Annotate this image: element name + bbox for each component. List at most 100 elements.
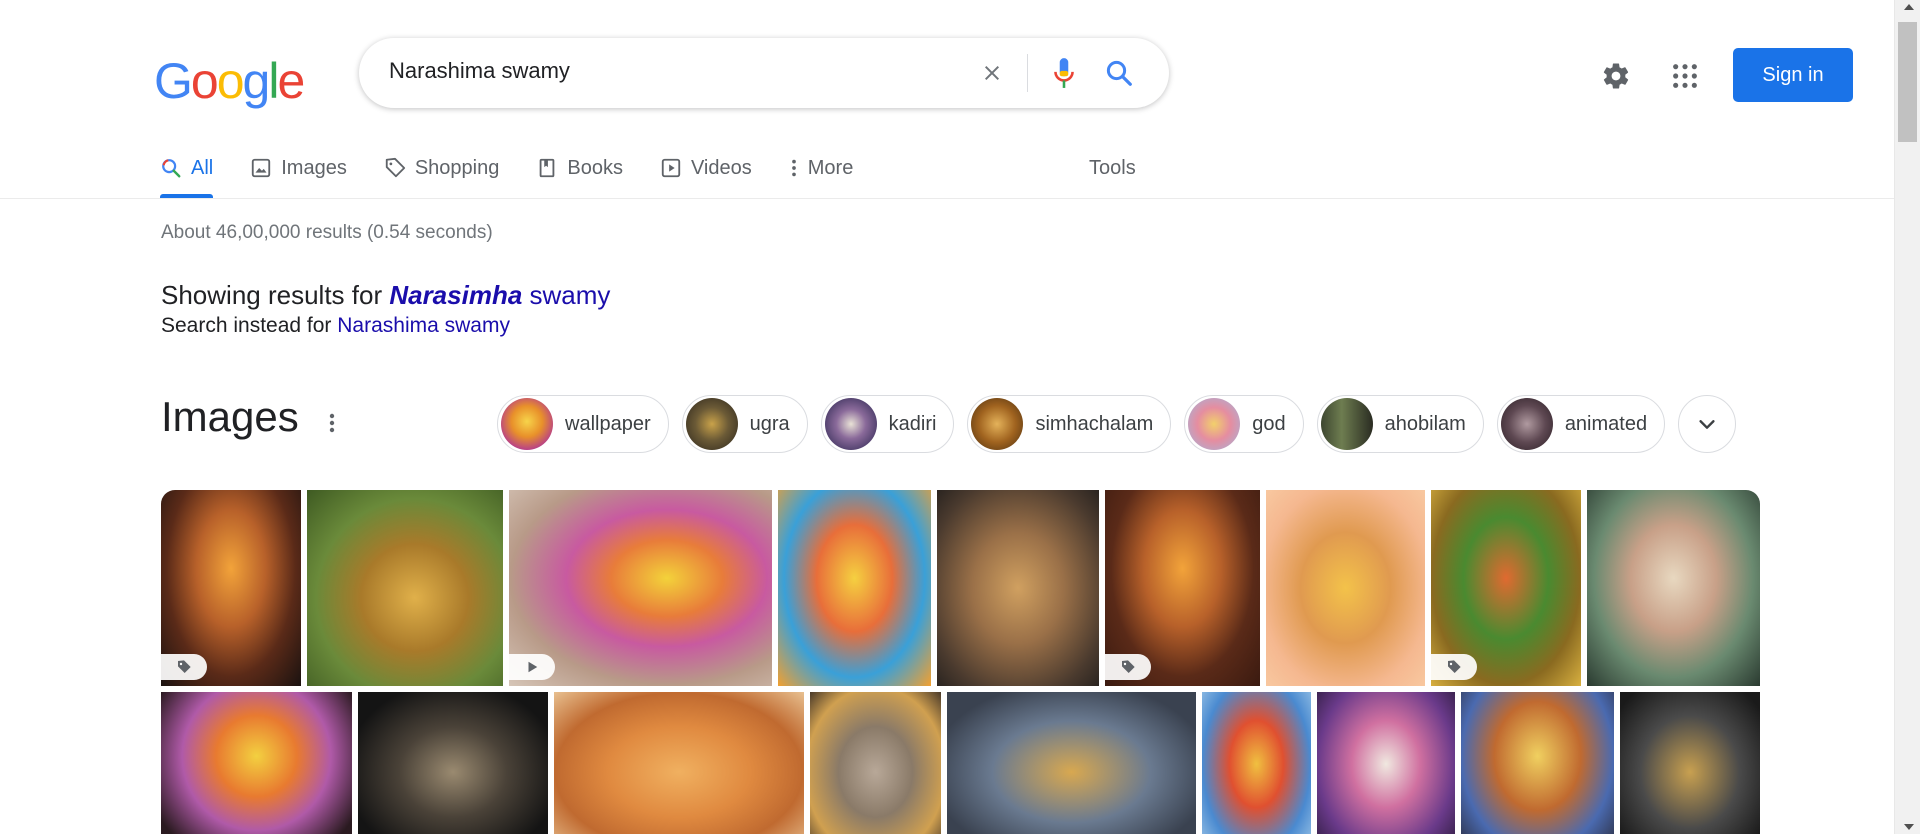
product-badge — [161, 654, 207, 680]
image-result[interactable] — [358, 692, 548, 834]
image-result[interactable] — [1105, 490, 1260, 686]
tabs-divider — [0, 198, 1894, 199]
image-result[interactable] — [1317, 692, 1455, 834]
tab-shopping[interactable]: Shopping — [384, 150, 500, 198]
google-logo[interactable]: Google — [154, 52, 305, 110]
image-grid-row — [161, 692, 1760, 834]
tab-label: More — [807, 156, 854, 179]
tag-icon — [1448, 660, 1461, 673]
corrected-query-link[interactable]: Narasimha swamy — [389, 280, 610, 310]
search-icon — [160, 157, 182, 179]
more-vert-icon — [329, 413, 335, 433]
logo-letter: o — [190, 53, 219, 109]
scroll-down-arrow-icon[interactable] — [1904, 824, 1914, 830]
image-result[interactable] — [1431, 490, 1581, 686]
chip-label: ugra — [749, 412, 790, 435]
video-badge — [509, 654, 555, 680]
chip-kadiri[interactable]: kadiri — [820, 395, 955, 453]
chip-thumbnail — [1500, 398, 1553, 450]
chip-ugra[interactable]: ugra — [681, 395, 808, 453]
chip-simhachalam[interactable]: simhachalam — [967, 395, 1172, 453]
chip-thumbnail — [1320, 398, 1373, 450]
image-result[interactable] — [1202, 692, 1311, 834]
image-result[interactable] — [161, 490, 301, 686]
more-vert-icon — [789, 157, 799, 179]
settings-button[interactable] — [1596, 56, 1636, 96]
tab-books[interactable]: Books — [536, 150, 623, 198]
tools-button[interactable]: Tools — [1089, 150, 1136, 186]
chip-thumbnail — [1188, 398, 1241, 450]
tag-icon — [1122, 660, 1135, 673]
logo-letter: G — [154, 53, 193, 109]
tab-label: Images — [281, 156, 347, 179]
search-icon — [1106, 60, 1132, 86]
tab-more[interactable]: More — [789, 150, 854, 198]
image-result[interactable] — [810, 692, 941, 834]
google-apps-button[interactable] — [1665, 56, 1705, 96]
image-result[interactable] — [1266, 490, 1425, 686]
gear-icon — [1603, 63, 1629, 89]
chip-thumbnail — [971, 398, 1024, 450]
corrected-rest: swamy — [522, 280, 611, 310]
image-icon — [250, 157, 272, 179]
search-input[interactable] — [389, 58, 949, 84]
play-icon — [528, 661, 538, 673]
refinement-chips: wallpaper ugra kadiri simhachalam god ah… — [497, 395, 1737, 453]
instead-prefix: Search instead for — [161, 314, 338, 337]
image-result[interactable] — [937, 490, 1099, 686]
chip-god[interactable]: god — [1184, 395, 1304, 453]
result-stats: About 46,00,000 results (0.54 seconds) — [161, 222, 493, 243]
original-query-link[interactable]: Narashima swamy — [337, 314, 510, 337]
chip-thumbnail — [824, 398, 877, 450]
chip-wallpaper[interactable]: wallpaper — [497, 395, 669, 453]
image-result[interactable] — [1620, 692, 1760, 834]
chip-label: kadiri — [888, 412, 937, 435]
page-scrollbar[interactable] — [1894, 0, 1920, 834]
tab-label: Books — [567, 156, 623, 179]
image-result[interactable] — [554, 692, 804, 834]
image-result[interactable] — [1587, 490, 1760, 686]
image-result[interactable] — [947, 692, 1196, 834]
tab-all[interactable]: All — [160, 150, 214, 198]
tab-images[interactable]: Images — [250, 150, 347, 198]
search-tabs: All Images Shopping Books Videos More — [160, 150, 890, 198]
microphone-icon — [1054, 58, 1074, 88]
expand-chips-button[interactable] — [1678, 395, 1737, 453]
image-result[interactable] — [509, 490, 772, 686]
chip-thumbnail — [501, 398, 553, 450]
images-options-button[interactable] — [320, 408, 344, 438]
book-icon — [536, 157, 558, 179]
logo-letter: o — [216, 53, 245, 109]
tag-icon — [178, 660, 191, 673]
logo-letter: e — [277, 53, 305, 109]
voice-search-button[interactable] — [1047, 55, 1081, 91]
image-result[interactable] — [1461, 692, 1614, 834]
tab-label: All — [191, 156, 214, 179]
image-result[interactable] — [161, 692, 352, 834]
tab-videos[interactable]: Videos — [660, 150, 752, 198]
chip-thumbnail — [685, 398, 738, 450]
logo-letter: l — [268, 53, 279, 109]
chip-label: wallpaper — [565, 412, 651, 435]
clear-search-button[interactable] — [975, 56, 1009, 90]
chip-label: simhachalam — [1035, 412, 1154, 435]
search-instead: Search instead for Narashima swamy — [161, 314, 510, 338]
product-badge — [1105, 654, 1151, 680]
video-icon — [660, 157, 682, 179]
chip-animated[interactable]: animated — [1496, 395, 1666, 453]
chip-ahobilam[interactable]: ahobilam — [1316, 395, 1484, 453]
tab-label: Videos — [690, 156, 752, 179]
tab-label: Shopping — [414, 156, 500, 179]
image-result[interactable] — [307, 490, 503, 686]
scroll-up-arrow-icon[interactable] — [1904, 4, 1914, 10]
chip-label: god — [1252, 412, 1286, 435]
search-divider — [1027, 54, 1028, 92]
image-result[interactable] — [778, 490, 931, 686]
chevron-down-icon — [1699, 420, 1715, 429]
corrected-term: Narasimha — [389, 280, 523, 310]
chip-label: animated — [1564, 412, 1648, 435]
search-button[interactable] — [1101, 55, 1137, 91]
scroll-thumb[interactable] — [1898, 22, 1917, 142]
sign-in-button[interactable]: Sign in — [1733, 48, 1853, 102]
close-icon — [985, 66, 999, 80]
